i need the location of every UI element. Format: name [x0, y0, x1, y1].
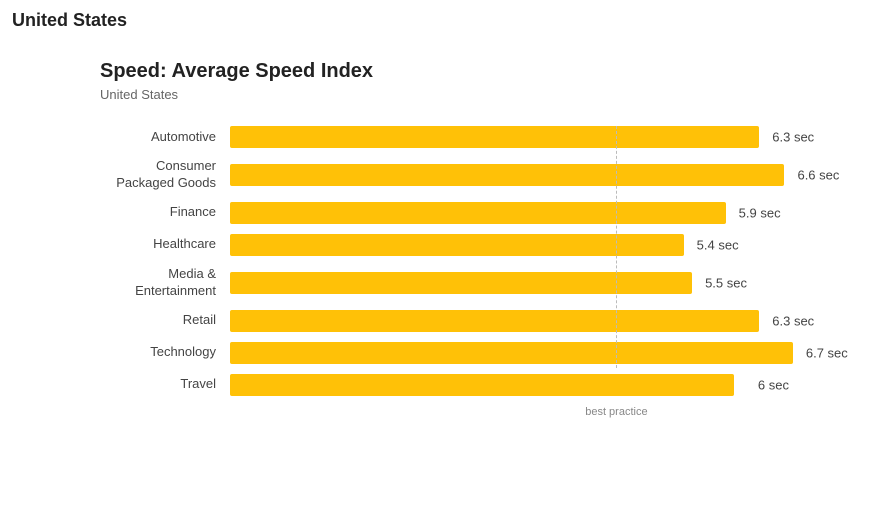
bar-fill: 6 sec: [230, 374, 734, 396]
bar-row: Automotive6.3 sec: [100, 126, 860, 148]
bar-label: Finance: [100, 204, 230, 221]
bar-track: 6.6 sec: [230, 164, 860, 186]
bar-value: 5.9 sec: [739, 205, 781, 220]
bar-value: 6.3 sec: [772, 313, 814, 328]
bar-fill: 5.5 sec: [230, 272, 692, 294]
bar-track: 5.9 sec: [230, 202, 860, 224]
bar-track: 5.4 sec: [230, 234, 860, 256]
bar-value: 5.5 sec: [705, 275, 747, 290]
bar-label: ConsumerPackaged Goods: [100, 158, 230, 192]
bar-label: Media &Entertainment: [100, 266, 230, 300]
chart-container: Speed: Average Speed Index United States…: [100, 60, 860, 510]
bar-label: Retail: [100, 312, 230, 329]
chart-subtitle: United States: [100, 87, 860, 102]
bar-track: 6.3 sec: [230, 310, 860, 332]
bar-fill: 6.3 sec: [230, 126, 759, 148]
bar-label: Healthcare: [100, 236, 230, 253]
bar-value: 6 sec: [758, 377, 789, 392]
bar-track: 6.3 sec: [230, 126, 860, 148]
page-title: United States: [12, 10, 127, 31]
bar-fill: 5.9 sec: [230, 202, 726, 224]
bar-value: 6.7 sec: [806, 345, 848, 360]
bar-value: 6.3 sec: [772, 130, 814, 145]
bar-label: Travel: [100, 376, 230, 393]
bar-value: 5.4 sec: [697, 237, 739, 252]
bar-fill: 5.4 sec: [230, 234, 684, 256]
best-practice-label: best practice: [585, 406, 647, 418]
chart-title: Speed: Average Speed Index: [100, 60, 860, 83]
bar-label: Technology: [100, 344, 230, 361]
bar-row: Finance5.9 sec: [100, 202, 860, 224]
bar-fill: 6.3 sec: [230, 310, 759, 332]
bars-wrapper: Automotive6.3 secConsumerPackaged Goods6…: [100, 126, 860, 396]
bar-row: Media &Entertainment5.5 sec: [100, 266, 860, 300]
bar-label: Automotive: [100, 129, 230, 146]
bar-fill: 6.7 sec: [230, 342, 793, 364]
bar-row: Healthcare5.4 sec: [100, 234, 860, 256]
bar-value: 6.6 sec: [797, 167, 839, 182]
bar-track: 5.5 sec: [230, 272, 860, 294]
bar-row: ConsumerPackaged Goods6.6 sec: [100, 158, 860, 192]
bar-row: Technology6.7 sec: [100, 342, 860, 364]
bar-row: Travel6 sec: [100, 374, 860, 396]
bar-fill: 6.6 sec: [230, 164, 784, 186]
bar-track: 6 sec: [230, 374, 860, 396]
bar-row: Retail6.3 sec: [100, 310, 860, 332]
bar-track: 6.7 sec: [230, 342, 860, 364]
